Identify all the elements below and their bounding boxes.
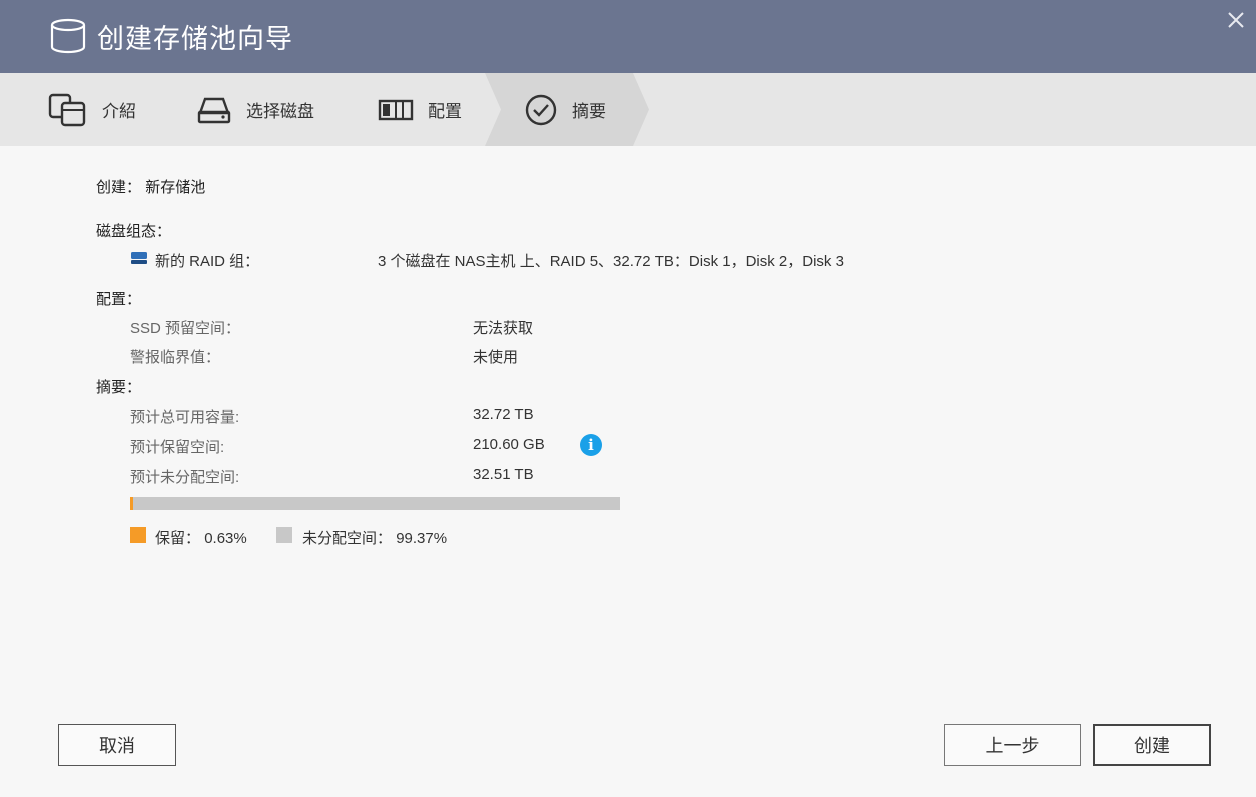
disk-config-heading: 磁盘组态： (96, 223, 172, 240)
check-circle-icon (525, 94, 557, 125)
hard-drive-icon (197, 97, 231, 123)
reserved-space-label: 预计保留空间: (130, 439, 225, 456)
cancel-button[interactable]: 取消 (58, 724, 176, 766)
wizard-content: 创建： 新存储池 磁盘组态： 新的 RAID 组： 3 个磁盘在 NAS主机 上… (0, 146, 1256, 797)
alert-threshold-label: 警报临界值： (130, 349, 221, 366)
step-config-label: 配置 (428, 102, 462, 121)
create-label: 创建： (96, 179, 142, 196)
step-summary: 摘要 (524, 73, 606, 146)
create-button[interactable]: 创建 (1093, 724, 1211, 766)
step-intro: 介紹 (48, 73, 136, 146)
legend-unallocated-pct: 99.37% (396, 530, 448, 547)
create-row: 创建： 新存储池 (96, 176, 205, 197)
legend-reserved: 保留： 0.63% (155, 527, 247, 548)
info-icon[interactable]: i (580, 434, 602, 456)
config-heading: 配置： (96, 291, 142, 308)
legend-unallocated-label: 未分配空间： (302, 530, 393, 547)
ssd-overprovision-label: SSD 预留空间： (130, 320, 241, 337)
wizard-steps: 介紹 选择磁盘 配置 摘要 (0, 73, 1256, 146)
capacity-bar-reserved-fill (130, 497, 133, 510)
raid-group-label: 新的 RAID 组： (155, 253, 260, 270)
unallocated-space-label: 预计未分配空间: (130, 469, 240, 486)
title-bar: 创建存储池向导 (0, 0, 1256, 73)
total-capacity-label: 预计总可用容量: (130, 409, 240, 426)
raid-config-icon (378, 99, 414, 120)
step-intro-label: 介紹 (102, 102, 136, 121)
unallocated-space-value: 32.51 TB (473, 466, 534, 483)
raid-group-value: 3 个磁盘在 NAS主机 上、RAID 5、32.72 TB：Disk 1，Di… (378, 253, 844, 270)
alert-threshold-value: 未使用 (473, 349, 519, 366)
create-value: 新存储池 (145, 179, 206, 196)
legend-unallocated: 未分配空间： 99.37% (302, 527, 447, 548)
close-icon[interactable] (1225, 9, 1247, 31)
reserved-space-value: 210.60 GB (473, 436, 545, 453)
summary-heading: 摘要： (96, 379, 142, 396)
legend-reserved-pct: 0.63% (204, 530, 247, 547)
stacked-disks-icon (48, 93, 86, 126)
previous-button[interactable]: 上一步 (944, 724, 1081, 766)
wizard-title: 创建存储池向导 (97, 24, 293, 54)
step-summary-label: 摘要 (572, 102, 606, 121)
legend-unallocated-swatch (276, 527, 292, 543)
legend-reserved-label: 保留： (155, 530, 201, 547)
capacity-bar (130, 497, 620, 510)
step-select-disks-label: 选择磁盘 (246, 102, 314, 121)
total-capacity-value: 32.72 TB (473, 406, 534, 423)
legend-reserved-swatch (130, 527, 146, 543)
ssd-overprovision-value: 无法获取 (473, 320, 534, 337)
drive-icon (131, 252, 147, 264)
database-icon (50, 18, 86, 54)
step-select-disks: 选择磁盘 (196, 73, 314, 146)
step-config: 配置 (378, 73, 462, 146)
